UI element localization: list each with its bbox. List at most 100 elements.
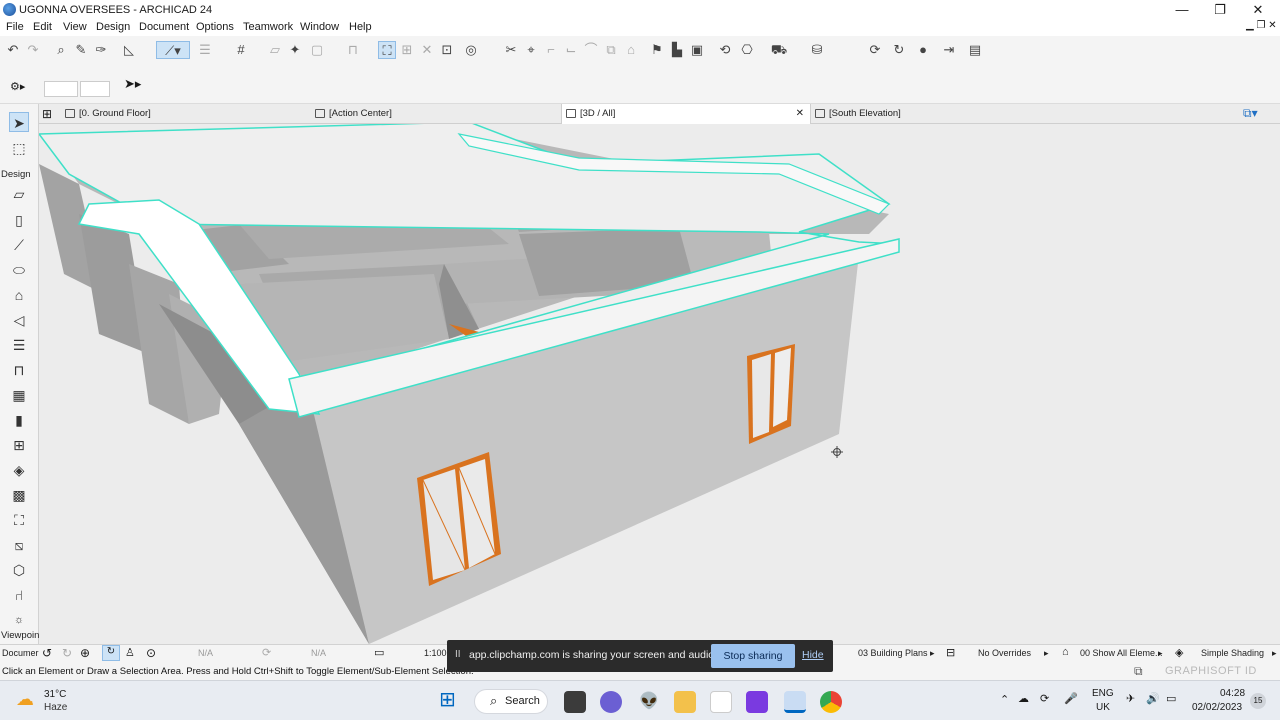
beam-tool-icon[interactable]: ⟋ — [9, 235, 29, 255]
info-field-2[interactable] — [80, 81, 110, 97]
renovation-icon[interactable]: ⌂ — [1062, 646, 1069, 658]
wall-tool-icon[interactable]: ▱ — [9, 184, 29, 204]
weather-icon[interactable]: ☁ — [16, 689, 34, 710]
floor-plan-icon[interactable]: ▙ — [668, 41, 686, 59]
graphisoft-id-icon[interactable]: ⧉ — [1134, 664, 1143, 679]
dropdown-arrow-icon[interactable]: ▸ — [1044, 648, 1049, 659]
suspend-groups-icon[interactable]: ⛶ — [378, 41, 396, 59]
split-icon[interactable]: ✕ — [418, 41, 436, 59]
clock-time[interactable]: 04:28 — [1220, 688, 1245, 699]
arrow-tool-icon[interactable]: ➤▸ — [124, 76, 141, 92]
stop-sharing-button[interactable]: Stop sharing — [711, 644, 795, 668]
battery-icon[interactable]: ▭ — [1166, 692, 1176, 705]
publish-icon[interactable]: ⛁ — [808, 41, 826, 59]
redo-icon[interactable]: ↷ — [24, 41, 42, 59]
refresh-icon[interactable]: ⟳ — [866, 41, 884, 59]
lock-icon[interactable]: ⊓ — [344, 41, 362, 59]
menu-help[interactable]: Help — [349, 21, 372, 33]
group-icon[interactable]: ▢ — [308, 41, 326, 59]
door-tool-icon[interactable]: ▮ — [9, 410, 29, 430]
notification-badge[interactable]: 15 — [1250, 693, 1266, 709]
snap-guides-icon[interactable]: ⟋▾ — [156, 41, 190, 59]
restore-menu-icon[interactable]: ▁ ❐ ✕ — [1246, 20, 1277, 31]
store-icon[interactable] — [710, 691, 732, 713]
maximize-button[interactable]: ❐ — [1200, 1, 1240, 19]
send-icon[interactable]: ⇥ — [940, 41, 958, 59]
teams-chat-icon[interactable] — [600, 691, 622, 713]
sync-tray-icon[interactable]: ⟳ — [1040, 692, 1049, 705]
tab-close-icon[interactable]: ✕ — [796, 104, 804, 124]
fillet-icon[interactable]: ⌐ — [542, 41, 560, 59]
arrow-tool[interactable]: ➤ — [9, 112, 29, 132]
redo-view-icon[interactable]: ↻ — [62, 646, 72, 660]
walk-icon[interactable]: ♙ — [125, 646, 135, 659]
minimize-button[interactable]: — — [1162, 1, 1202, 19]
chair-tool-icon[interactable]: ⑁ — [9, 585, 29, 605]
trim-icon[interactable]: ⊞ — [398, 41, 416, 59]
document-icon[interactable]: ▤ — [966, 41, 984, 59]
find-select-icon[interactable]: ⌕ — [52, 41, 70, 59]
layer-settings-icon[interactable]: ⚙▸ — [10, 80, 25, 93]
adjust-icon[interactable]: ⊡ — [438, 41, 456, 59]
curve-icon[interactable]: ⌒ — [582, 41, 600, 59]
orbit-icon[interactable]: ↺ — [42, 646, 52, 660]
hide-link[interactable]: Hide — [802, 649, 824, 661]
clipchamp-icon[interactable] — [746, 691, 768, 713]
airplane-icon[interactable]: ✈ — [1126, 692, 1135, 705]
curtain-wall-tool-icon[interactable]: ▦ — [9, 385, 29, 405]
render-icon[interactable]: ⛟▾ — [770, 41, 788, 75]
scale-icon[interactable]: ▭ — [374, 646, 384, 659]
tab-south-elevation[interactable]: [South Elevation] — [811, 104, 1061, 124]
language-primary[interactable]: ENG — [1092, 688, 1114, 699]
close-button[interactable]: ✕ — [1238, 1, 1278, 19]
renovation-filter[interactable]: 00 Show All Eleme... — [1080, 648, 1163, 658]
volume-icon[interactable]: 🔊 — [1146, 692, 1160, 705]
menu-edit[interactable]: Edit — [33, 21, 52, 33]
morph-tool-icon[interactable]: ⬡ — [9, 560, 29, 580]
graphisoft-id[interactable]: GRAPHISOFT ID — [1165, 665, 1257, 677]
dropdown-arrow-icon[interactable]: ▸ — [1272, 648, 1277, 659]
window-tool-icon[interactable]: ⊞ — [9, 435, 29, 455]
slab-tool-icon[interactable]: ⬭ — [9, 260, 29, 280]
offset-icon[interactable]: ⌖ — [522, 41, 540, 59]
fit-window-icon[interactable]: ⊙ — [146, 646, 156, 660]
flag-icon[interactable]: ⚑ — [648, 41, 666, 59]
column-tool-icon[interactable]: ▯ — [9, 210, 29, 230]
explode-icon[interactable]: ✂ — [502, 41, 520, 59]
tab-ground-floor[interactable]: [0. Ground Floor] — [61, 104, 321, 124]
roof-tool-icon[interactable]: ⌂ — [9, 285, 29, 305]
dropdown-arrow-icon[interactable]: ▸ — [930, 648, 935, 659]
menu-options[interactable]: Options — [196, 21, 234, 33]
reserve-icon[interactable]: ● — [914, 41, 932, 59]
shell-tool-icon[interactable]: ◁ — [9, 310, 29, 330]
info-field-1[interactable] — [44, 81, 78, 97]
alien-app-icon[interactable]: 👽 — [638, 691, 660, 713]
file-explorer-icon[interactable] — [674, 691, 696, 713]
elevation-icon[interactable]: ⎔ — [738, 41, 756, 59]
railing-tool-icon[interactable]: ⊓ — [9, 360, 29, 380]
3d-view-icon[interactable]: ⟲ — [716, 41, 734, 59]
language-secondary[interactable]: UK — [1096, 702, 1110, 713]
3d-viewport[interactable] — [39, 124, 1280, 644]
tab-overview-icon[interactable]: ⊞ — [42, 107, 52, 121]
chrome-icon[interactable] — [820, 691, 842, 713]
mesh-tool-icon[interactable]: ⧅ — [9, 535, 29, 555]
marquee-tool[interactable]: ⬚ — [9, 138, 29, 158]
eraser-icon[interactable]: ▱ — [266, 41, 284, 59]
inject-icon[interactable]: ✑ — [92, 41, 110, 59]
trace-icon[interactable]: ◺ — [120, 41, 138, 59]
shading-icon[interactable]: ◈ — [1175, 646, 1183, 659]
layer-combination[interactable]: 03 Building Plans — [858, 648, 928, 658]
temperature[interactable]: 31°C — [44, 689, 66, 700]
grid-icon[interactable]: # — [232, 41, 250, 59]
dropdown-arrow-icon[interactable]: ▸ — [1158, 648, 1163, 659]
start-icon[interactable]: ⊞ — [439, 690, 456, 710]
magic-wand-icon[interactable]: ✦ — [286, 41, 304, 59]
undo-icon[interactable]: ↶ — [4, 41, 22, 59]
tray-chevron-icon[interactable]: ⌃ — [1000, 693, 1009, 706]
tab-menu-icon[interactable]: ⧉▾ — [1243, 106, 1258, 121]
roof-icon[interactable]: ⌂ — [622, 41, 640, 59]
stair-tool-icon[interactable]: ☰ — [9, 335, 29, 355]
microphone-icon[interactable]: 🎤 — [1064, 692, 1078, 705]
graphic-overrides[interactable]: No Overrides — [978, 648, 1031, 658]
